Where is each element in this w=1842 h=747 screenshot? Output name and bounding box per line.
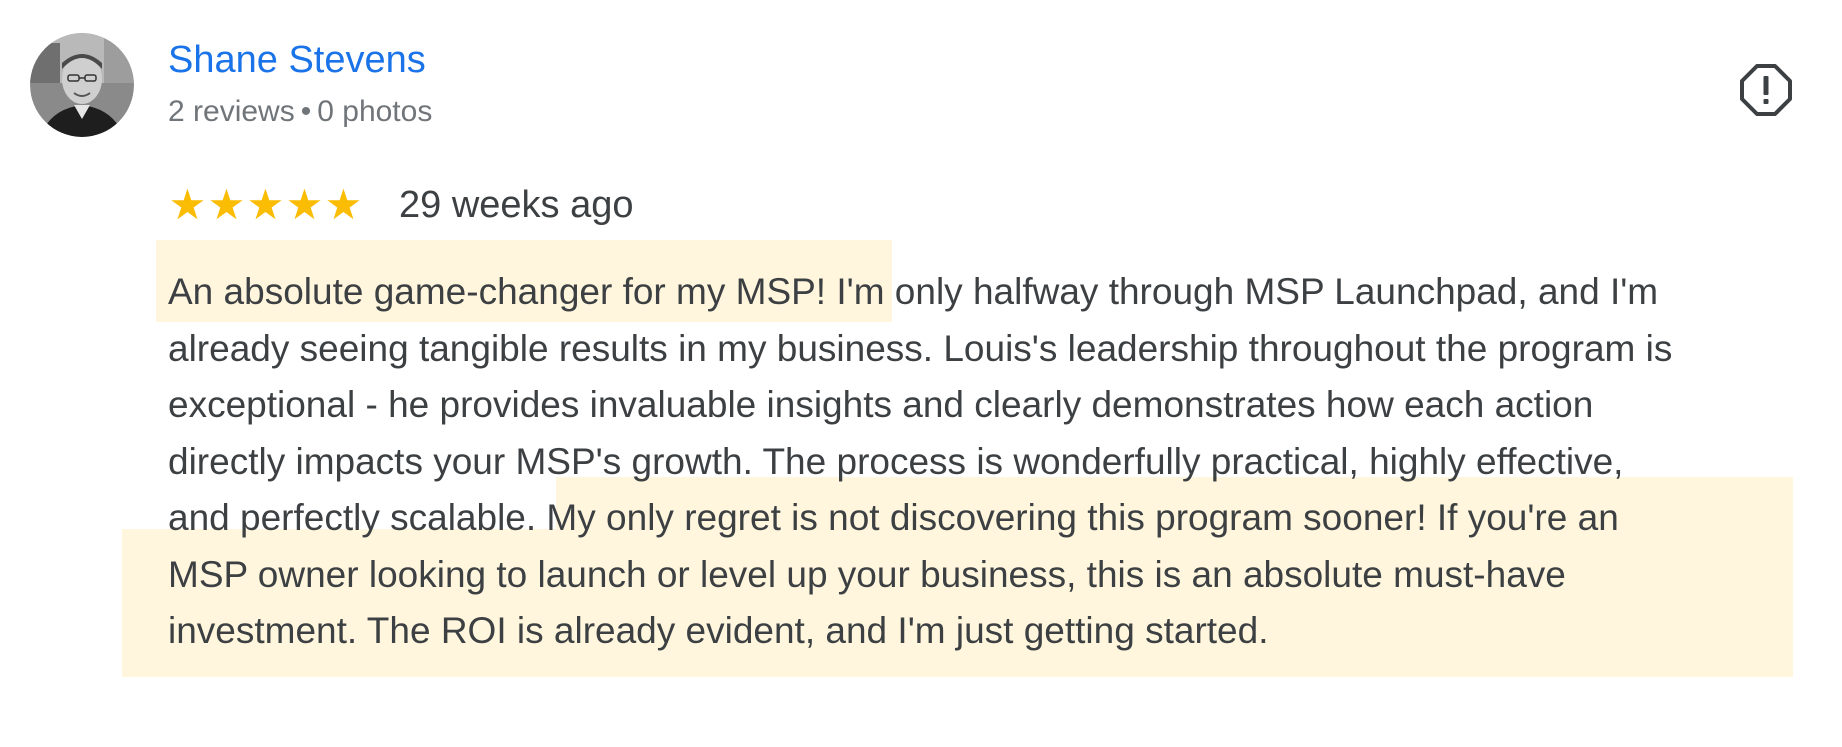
report-button[interactable] — [1738, 62, 1794, 118]
rating-row: ★ ★ ★ ★ ★ 29 weeks ago — [168, 180, 634, 230]
avatar[interactable] — [30, 33, 134, 137]
review-timestamp: 29 weeks ago — [399, 183, 634, 226]
photos-count: 0 photos — [317, 95, 433, 128]
star-rating: ★ ★ ★ ★ ★ — [168, 184, 363, 226]
review-text-line: An absolute game-changer for my MSP! I'm… — [168, 271, 1659, 312]
star-icon: ★ — [324, 180, 363, 229]
review-text-line: exceptional - he provides invaluable ins… — [168, 384, 1594, 425]
reviews-count: 2 reviews — [168, 95, 295, 128]
avatar-photo — [30, 33, 134, 137]
meta-separator: • — [300, 95, 312, 128]
review-text-line: investment. The ROI is already evident, … — [168, 610, 1269, 651]
review-text-line: and perfectly scalable. My only regret i… — [168, 497, 1619, 538]
star-icon: ★ — [246, 180, 285, 229]
review-text: An absolute game-changer for my MSP! I'm… — [168, 264, 1828, 660]
star-icon: ★ — [207, 180, 246, 229]
star-icon: ★ — [168, 180, 207, 229]
review-text-line: already seeing tangible results in my bu… — [168, 327, 1673, 369]
author-meta: 2 reviews • 0 photos — [168, 95, 432, 129]
star-icon: ★ — [285, 180, 324, 229]
review-text-line: MSP owner looking to launch or level up … — [168, 553, 1566, 595]
report-icon — [1740, 64, 1792, 116]
review-card: Shane Stevens 2 reviews • 0 photos ★ ★ ★ ★ ★ 2… — [0, 0, 1842, 747]
author-name[interactable]: Shane Stevens — [168, 39, 426, 82]
review-text-line: directly impacts your MSP's growth. The … — [168, 440, 1624, 482]
